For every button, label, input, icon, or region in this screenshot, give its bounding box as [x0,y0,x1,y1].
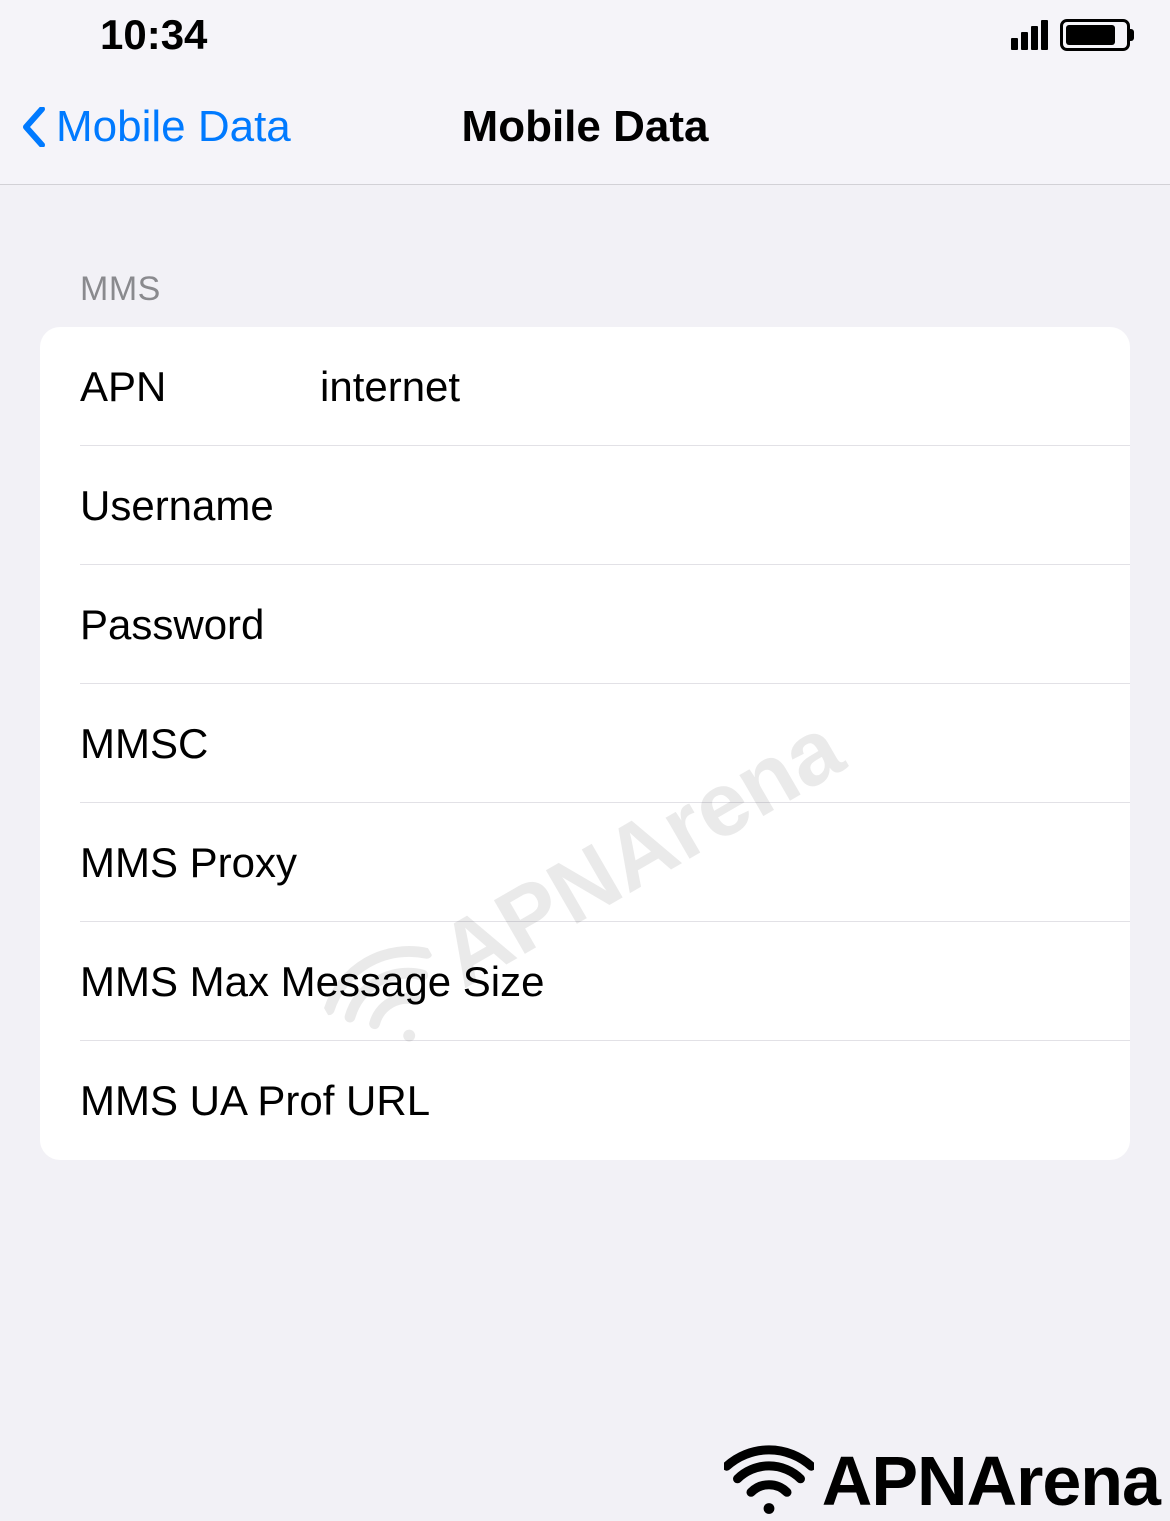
back-button[interactable]: Mobile Data [0,102,291,152]
mms-max-row[interactable]: MMS Max Message Size [40,922,1130,1041]
back-label: Mobile Data [56,102,291,152]
apn-label: APN [80,363,320,411]
wifi-icon [724,1444,814,1519]
apn-row[interactable]: APN [40,327,1130,446]
mms-proxy-input[interactable] [320,839,1090,887]
mmsc-input[interactable] [320,720,1090,768]
password-input[interactable] [320,601,1090,649]
status-icons [1011,19,1130,51]
chevron-back-icon [22,107,46,147]
mms-max-label: MMS Max Message Size [80,958,1090,1006]
password-label: Password [80,601,320,649]
page-title: Mobile Data [462,102,709,152]
watermark-text: APNArena [822,1441,1160,1521]
mmsc-label: MMSC [80,720,320,768]
username-input[interactable] [320,482,1090,530]
mmsc-row[interactable]: MMSC [40,684,1130,803]
battery-icon [1060,19,1130,51]
mms-proxy-label: MMS Proxy [80,839,320,887]
cellular-signal-icon [1011,20,1048,50]
mms-ua-label: MMS UA Prof URL [80,1077,1090,1125]
section-header-mms: MMS [40,270,1130,309]
watermark-bottom: APNArena [724,1441,1160,1521]
username-row[interactable]: Username [40,446,1130,565]
content-area: MMS APN Username Password MMSC MMS Proxy… [0,185,1170,1160]
apn-input[interactable] [320,363,1090,411]
mms-ua-row[interactable]: MMS UA Prof URL [40,1041,1130,1160]
password-row[interactable]: Password [40,565,1130,684]
username-label: Username [80,482,320,530]
mms-settings-group: APN Username Password MMSC MMS Proxy MMS… [40,327,1130,1160]
status-time: 10:34 [100,11,207,59]
status-bar: 10:34 [0,0,1170,70]
mms-proxy-row[interactable]: MMS Proxy [40,803,1130,922]
navigation-bar: Mobile Data Mobile Data [0,70,1170,185]
